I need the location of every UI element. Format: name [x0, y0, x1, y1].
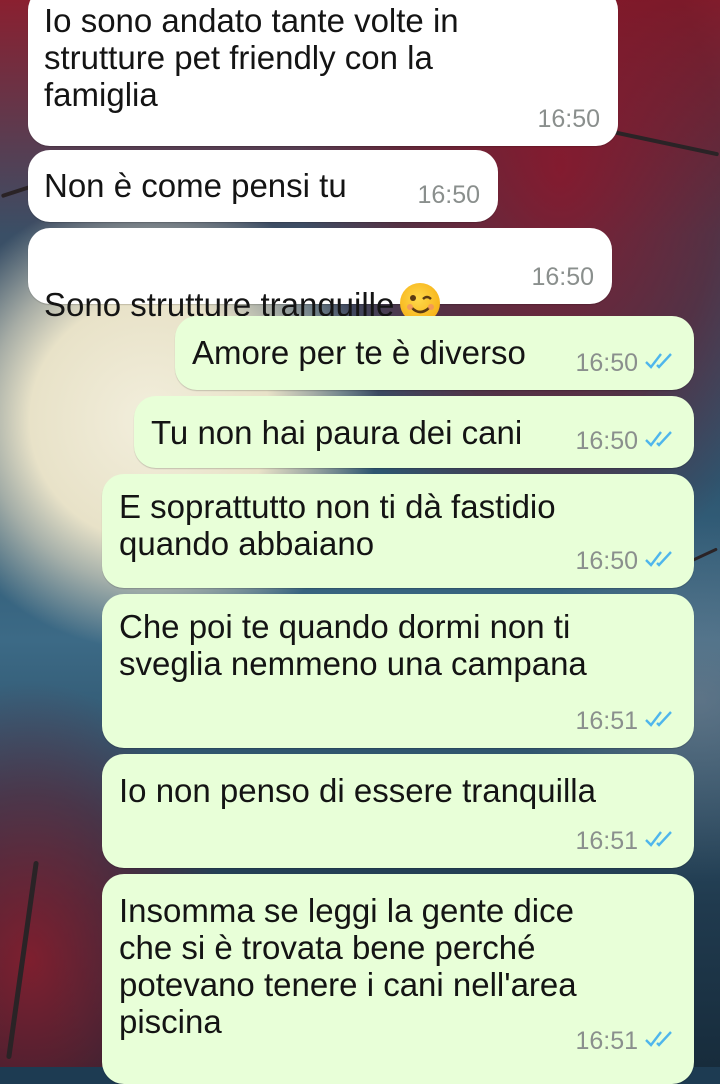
message-meta: 16:51 — [575, 707, 678, 736]
message-meta: 16:50 — [575, 427, 678, 456]
message-text: Non è come pensi tu — [44, 167, 347, 204]
outgoing-message[interactable]: Che poi te quando dormi non ti sveglia n… — [102, 594, 694, 748]
read-receipt-icon — [644, 547, 678, 576]
read-receipt-icon — [644, 349, 678, 378]
outgoing-message[interactable]: Tu non hai paura dei cani 16:50 — [134, 396, 694, 468]
message-time: 16:50 — [417, 181, 480, 209]
message-time: 16:50 — [575, 427, 638, 455]
read-receipt-icon — [644, 1027, 678, 1056]
message-text-wrap: Sono strutture tranquille — [44, 246, 441, 323]
read-receipt-icon — [644, 427, 678, 456]
outgoing-message[interactable]: Amore per te è diverso 16:50 — [175, 316, 694, 390]
incoming-message[interactable]: Io sono andato tante volte in strutture … — [28, 0, 618, 146]
message-text: Che poi te quando dormi non ti sveglia n… — [119, 608, 587, 682]
outgoing-message[interactable]: Io non penso di essere tranquilla 16:51 — [102, 754, 694, 868]
message-time: 16:51 — [575, 707, 638, 735]
message-time: 16:51 — [575, 1027, 638, 1055]
message-time: 16:50 — [575, 349, 638, 377]
message-meta: 16:50 — [537, 105, 600, 134]
message-meta: 16:50 — [575, 349, 678, 378]
message-text: Io non penso di essere tranquilla — [119, 772, 596, 809]
outgoing-message[interactable]: Insomma se leggi la gente dice che si è … — [102, 874, 694, 1084]
message-time: 16:50 — [575, 547, 638, 575]
message-meta: 16:50 — [575, 547, 678, 576]
message-time: 16:50 — [531, 263, 594, 291]
message-list[interactable]: Io sono andato tante volte in strutture … — [0, 0, 720, 1084]
message-meta: 16:50 — [531, 263, 594, 292]
message-time: 16:50 — [537, 105, 600, 133]
read-receipt-icon — [644, 827, 678, 856]
message-meta: 16:51 — [575, 827, 678, 856]
message-text: E soprattutto non ti dà fastidio quando … — [119, 488, 556, 562]
message-meta: 16:50 — [417, 181, 480, 210]
outgoing-message[interactable]: E soprattutto non ti dà fastidio quando … — [102, 474, 694, 588]
message-time: 16:51 — [575, 827, 638, 855]
message-text: Amore per te è diverso — [192, 334, 526, 371]
message-text: Io sono andato tante volte in strutture … — [44, 2, 459, 113]
message-meta: 16:51 — [575, 1027, 678, 1056]
incoming-message[interactable]: Non è come pensi tu 16:50 — [28, 150, 498, 222]
message-text: Tu non hai paura dei cani — [151, 414, 523, 451]
message-text: Insomma se leggi la gente dice che si è … — [119, 892, 577, 1040]
read-receipt-icon — [644, 707, 678, 736]
incoming-message[interactable]: Sono strutture tranquille 16:50 — [28, 228, 612, 323]
